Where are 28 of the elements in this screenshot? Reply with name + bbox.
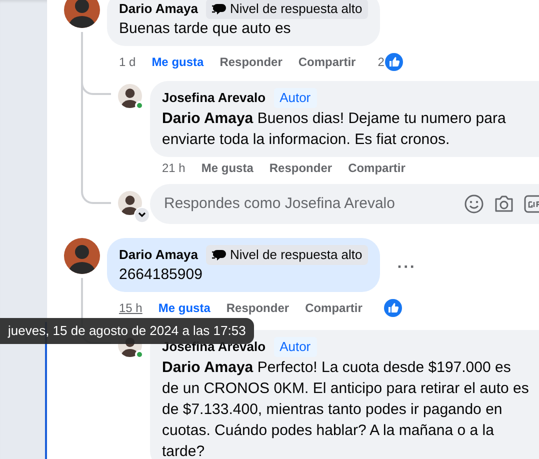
action-link[interactable]: Compartir bbox=[305, 300, 362, 316]
action-link[interactable]: Responder bbox=[226, 300, 290, 316]
author-tag: Autor bbox=[274, 88, 317, 108]
action-link[interactable]: Me gusta bbox=[158, 300, 210, 316]
author-name[interactable]: Dario Amaya bbox=[119, 246, 198, 264]
reaction-count: 2 bbox=[378, 54, 384, 70]
reply-text: Dario Amaya Perfecto! La cuota desde $197.000 es de un CRONOS 0KM. El anticipo para retirar el auto es de $7.133.400, mientras tanto podes ir pagando en cuotas. Cuándo podes hablar? A la mañana o a la tarde? bbox=[162, 358, 530, 459]
author-tag: Autor bbox=[274, 337, 317, 357]
action-link[interactable]: Responder bbox=[269, 160, 332, 176]
timestamp-link[interactable]: 1 d bbox=[119, 54, 136, 70]
date-tooltip: jueves, 15 de agosto de 2024 a las 17:53 bbox=[0, 318, 254, 344]
more-button[interactable]: ··· bbox=[393, 256, 420, 280]
action-link[interactable]: Responder bbox=[220, 54, 282, 70]
action-link[interactable]: Me gusta bbox=[201, 160, 254, 176]
timestamp-link[interactable]: 15 h bbox=[119, 300, 142, 316]
badge-text: Nivel de respuesta alto bbox=[230, 0, 362, 18]
action-link[interactable]: Compartir bbox=[348, 160, 406, 176]
reply-field[interactable]: Respondes como Josefina Arevalo bbox=[150, 184, 539, 224]
reply-text: Dario Amaya Buenos dias! Dejame tu numero para enviarte toda la informacion. Es fiat cronos. bbox=[162, 109, 507, 150]
action-link[interactable]: Compartir bbox=[298, 54, 356, 70]
reply-input[interactable]: Respondes como Josefina Arevalo bbox=[162, 192, 454, 216]
author-name[interactable]: Dario Amaya bbox=[119, 0, 198, 18]
comment-text: Buenas tarde que auto es bbox=[119, 19, 292, 39]
action-link[interactable]: Me gusta bbox=[152, 54, 204, 70]
badge-text: Nivel de respuesta alto bbox=[230, 246, 362, 264]
timestamp-link[interactable]: 21 h bbox=[162, 160, 186, 176]
comment-text: 2664185909 bbox=[119, 265, 204, 285]
author-name[interactable]: Josefina Arevalo bbox=[162, 89, 266, 107]
